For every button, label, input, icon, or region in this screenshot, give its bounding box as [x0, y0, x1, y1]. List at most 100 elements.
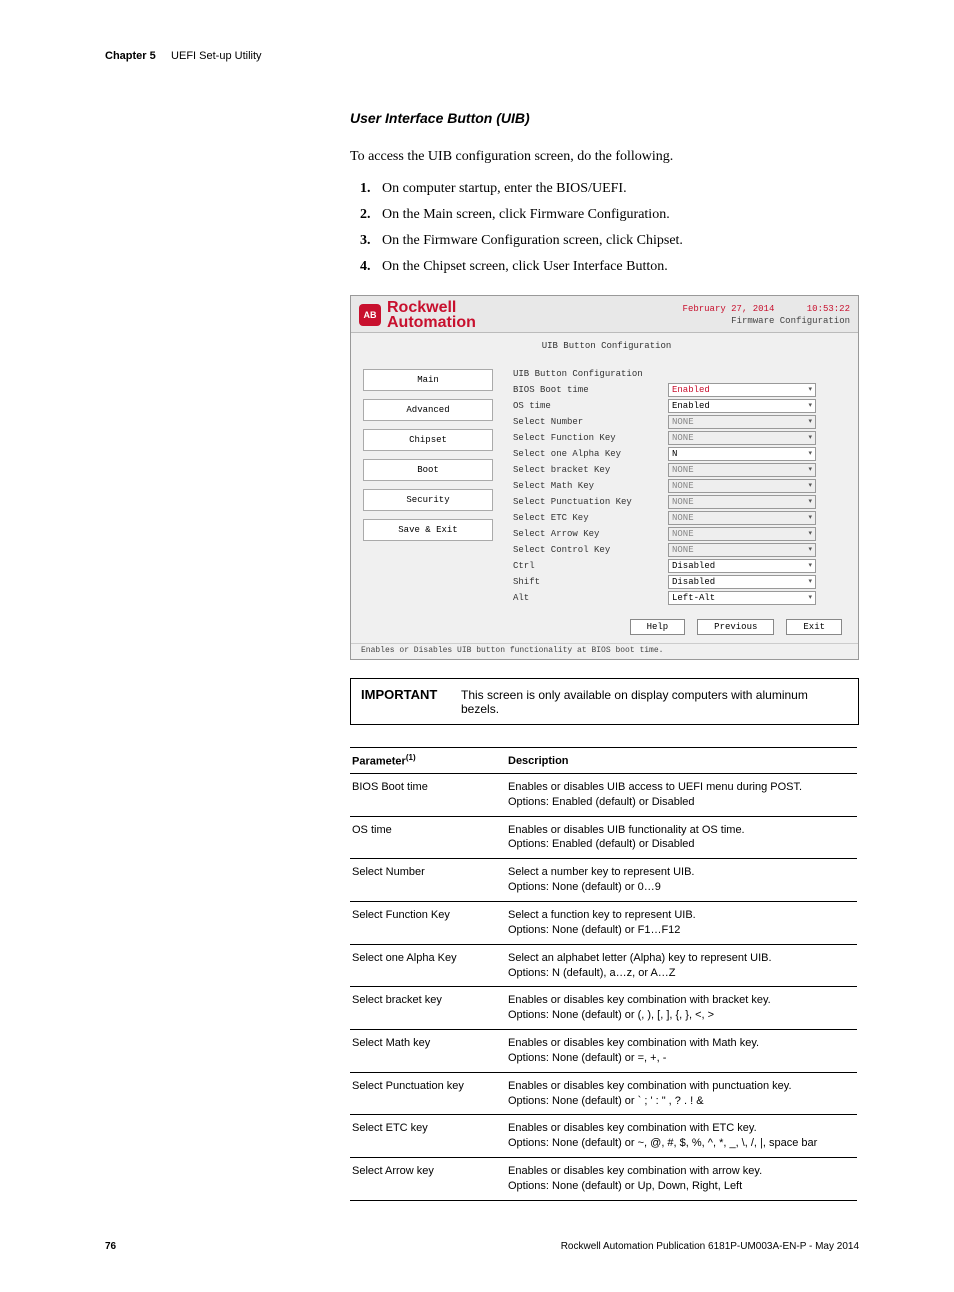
bios-config-value[interactable]: NONE▾ — [668, 543, 816, 557]
bios-nav: Main Advanced Chipset Boot Security Save & Ex… — [363, 369, 493, 607]
table-row: Select ETC keyEnables or disables key co… — [350, 1115, 857, 1158]
table-row: Select Punctuation keyEnables or disable… — [350, 1072, 857, 1115]
chapter-label: Chapter 5 — [105, 50, 156, 62]
param-name: BIOS Boot time — [350, 773, 506, 816]
firmware-config-label: Firmware Configuration — [683, 316, 850, 326]
intro-paragraph: To access the UIB configuration screen, … — [350, 148, 859, 167]
bios-config-label: Shift — [513, 577, 668, 587]
bios-help-button[interactable]: Help — [630, 619, 686, 635]
bios-config-value[interactable]: N▾ — [668, 447, 816, 461]
table-row: BIOS Boot timeEnables or disables UIB ac… — [350, 773, 857, 816]
bios-screen-title: UIB Button Configuration — [351, 333, 858, 351]
table-row: Select NumberSelect a number key to repr… — [350, 859, 857, 902]
page-number: 76 — [105, 1241, 116, 1252]
table-row: Select Function KeySelect a function key… — [350, 901, 857, 944]
bios-config-value[interactable]: Enabled▾ — [668, 383, 816, 397]
bios-config-label: OS time — [513, 401, 668, 411]
step-item: 2.On the Main screen, click Firmware Con… — [360, 207, 859, 223]
bios-config-label: Select Arrow Key — [513, 529, 668, 539]
param-name: Select one Alpha Key — [350, 944, 506, 987]
bios-config-row: Select Function KeyNONE▾ — [513, 431, 846, 445]
brand-line1: Rockwell — [387, 300, 476, 315]
bios-nav-save-exit[interactable]: Save & Exit — [363, 519, 493, 541]
bios-config-row: Select ETC KeyNONE▾ — [513, 511, 846, 525]
bios-nav-boot[interactable]: Boot — [363, 459, 493, 481]
chapter-header: Chapter 5 UEFI Set-up Utility — [105, 50, 859, 62]
table-row: OS timeEnables or disables UIB functiona… — [350, 816, 857, 859]
th-description: Description — [506, 748, 857, 774]
bios-config-label: Select Math Key — [513, 481, 668, 491]
param-desc: Enables or disables UIB access to UEFI m… — [506, 773, 857, 816]
bios-config-value[interactable]: NONE▾ — [668, 431, 816, 445]
param-name: OS time — [350, 816, 506, 859]
param-desc: Enables or disables key combination with… — [506, 1072, 857, 1115]
bios-nav-security[interactable]: Security — [363, 489, 493, 511]
param-desc: Select a function key to represent UIB.O… — [506, 901, 857, 944]
steps-list: 1.On computer startup, enter the BIOS/UE… — [360, 181, 859, 275]
section-subheading: User Interface Button (UIB) — [350, 110, 859, 126]
bios-config-label: BIOS Boot time — [513, 385, 668, 395]
table-row: Select Math keyEnables or disables key c… — [350, 1030, 857, 1073]
bios-help-note: Enables or Disables UIB button functiona… — [351, 643, 858, 659]
bios-exit-button[interactable]: Exit — [786, 619, 842, 635]
bios-section-label: UIB Button Configuration — [513, 369, 846, 379]
bios-config-row: CtrlDisabled▾ — [513, 559, 846, 573]
ab-logo-icon: AB — [359, 304, 381, 326]
bios-date: February 27, 2014 — [683, 304, 775, 314]
bios-config-value[interactable]: Enabled▾ — [668, 399, 816, 413]
brand-logo: Rockwell Automation — [387, 300, 476, 330]
bios-config-label: Select bracket Key — [513, 465, 668, 475]
bios-config-row: Select NumberNONE▾ — [513, 415, 846, 429]
bios-previous-button[interactable]: Previous — [697, 619, 774, 635]
important-text: This screen is only available on display… — [461, 688, 848, 716]
param-desc: Enables or disables key combination with… — [506, 987, 857, 1030]
bios-config-label: Select ETC Key — [513, 513, 668, 523]
table-row: Select Arrow keyEnables or disables key … — [350, 1158, 857, 1201]
bios-config-value[interactable]: NONE▾ — [668, 511, 816, 525]
param-desc: Select a number key to represent UIB.Opt… — [506, 859, 857, 902]
bios-config-row: Select Math KeyNONE▾ — [513, 479, 846, 493]
bios-config-row: Select bracket KeyNONE▾ — [513, 463, 846, 477]
bios-config-value[interactable]: NONE▾ — [668, 479, 816, 493]
param-desc: Enables or disables key combination with… — [506, 1115, 857, 1158]
important-label: IMPORTANT — [361, 687, 461, 702]
bios-config-label: Select one Alpha Key — [513, 449, 668, 459]
bios-config-label: Select Number — [513, 417, 668, 427]
bios-config-value[interactable]: NONE▾ — [668, 415, 816, 429]
table-row: Select bracket keyEnables or disables ke… — [350, 987, 857, 1030]
bios-config-value[interactable]: NONE▾ — [668, 463, 816, 477]
bios-nav-main[interactable]: Main — [363, 369, 493, 391]
bios-config-value[interactable]: Left-Alt▾ — [668, 591, 816, 605]
bios-config-label: Ctrl — [513, 561, 668, 571]
bios-config-row: Select one Alpha KeyN▾ — [513, 447, 846, 461]
param-name: Select Math key — [350, 1030, 506, 1073]
bios-config-row: ShiftDisabled▾ — [513, 575, 846, 589]
parameter-table: Parameter(1) Description BIOS Boot timeE… — [350, 747, 857, 1201]
bios-nav-chipset[interactable]: Chipset — [363, 429, 493, 451]
param-name: Select Arrow key — [350, 1158, 506, 1201]
bios-nav-advanced[interactable]: Advanced — [363, 399, 493, 421]
step-item: 3.On the Firmware Configuration screen, … — [360, 233, 859, 249]
bios-screenshot: AB Rockwell Automation February 27, 2014… — [350, 295, 859, 660]
param-name: Select bracket key — [350, 987, 506, 1030]
important-box: IMPORTANT This screen is only available … — [350, 678, 859, 725]
bios-config-label: Select Punctuation Key — [513, 497, 668, 507]
bios-config-value[interactable]: Disabled▾ — [668, 559, 816, 573]
bios-config-label: Select Function Key — [513, 433, 668, 443]
bios-config-value[interactable]: NONE▾ — [668, 495, 816, 509]
bios-config-row: Select Punctuation KeyNONE▾ — [513, 495, 846, 509]
bios-config-row: Select Arrow KeyNONE▾ — [513, 527, 846, 541]
bios-config-value[interactable]: NONE▾ — [668, 527, 816, 541]
step-item: 1.On computer startup, enter the BIOS/UE… — [360, 181, 859, 197]
bios-config-row: AltLeft-Alt▾ — [513, 591, 846, 605]
publication-info: Rockwell Automation Publication 6181P-UM… — [561, 1241, 859, 1252]
bios-config-value[interactable]: Disabled▾ — [668, 575, 816, 589]
table-row: Select one Alpha KeySelect an alphabet l… — [350, 944, 857, 987]
page-footer: 76 Rockwell Automation Publication 6181P… — [105, 1241, 859, 1252]
param-name: Select ETC key — [350, 1115, 506, 1158]
bios-config-label: Alt — [513, 593, 668, 603]
bios-config-label: Select Control Key — [513, 545, 668, 555]
param-name: Select Number — [350, 859, 506, 902]
step-item: 4.On the Chipset screen, click User Inte… — [360, 259, 859, 275]
param-desc: Enables or disables key combination with… — [506, 1030, 857, 1073]
